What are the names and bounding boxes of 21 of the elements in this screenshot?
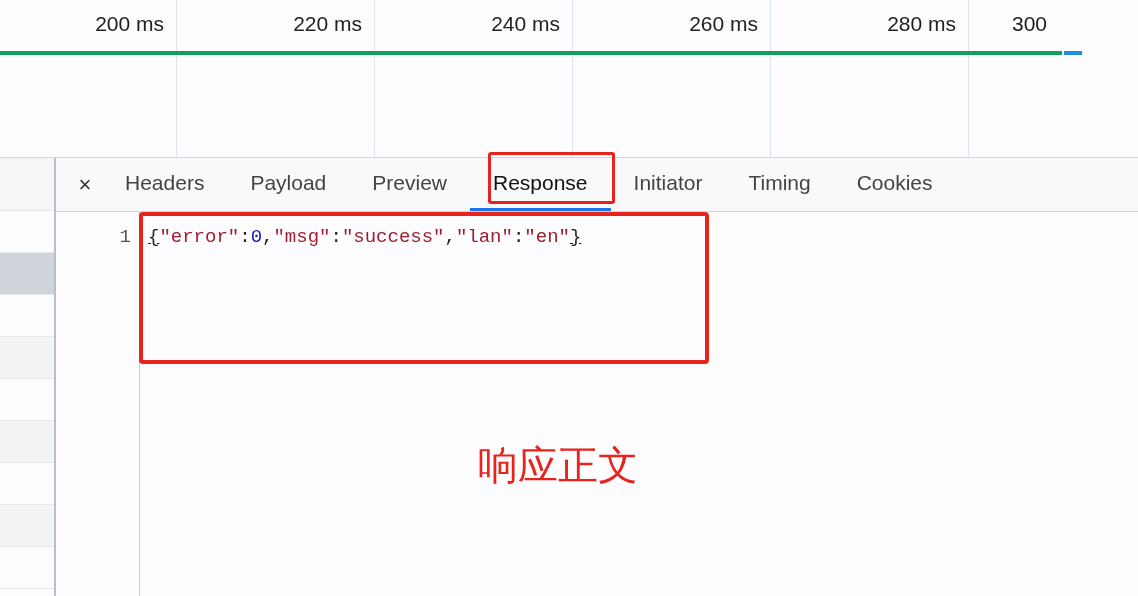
tab[interactable]: Response [470, 158, 611, 211]
tab[interactable]: Preview [349, 158, 470, 211]
tab[interactable]: Timing [725, 158, 834, 211]
request-row[interactable] [0, 505, 54, 547]
tab[interactable]: Initiator [610, 158, 726, 211]
request-row[interactable] [0, 253, 54, 295]
time-tick-label: 300 [1011, 11, 1047, 34]
annotation-label: 响应正文 [478, 442, 638, 489]
time-tick-label: 200 ms [95, 11, 164, 34]
close-button[interactable]: × [72, 158, 98, 211]
time-tick-label: 220 ms [293, 11, 362, 34]
time-tick-label: 280 ms [887, 11, 956, 34]
request-row[interactable] [0, 337, 54, 379]
tab[interactable]: Payload [227, 158, 350, 211]
tab[interactable]: Cookies [833, 158, 956, 211]
line-number: 1 [119, 225, 131, 250]
time-tick-label: 260 ms [689, 11, 758, 34]
time-tick-label: 240 ms [491, 11, 560, 34]
tab[interactable]: Headers [102, 158, 228, 211]
response-json-line: {"error":0,"msg":"success","lan":"en"} [148, 225, 582, 250]
request-row[interactable] [0, 421, 54, 463]
